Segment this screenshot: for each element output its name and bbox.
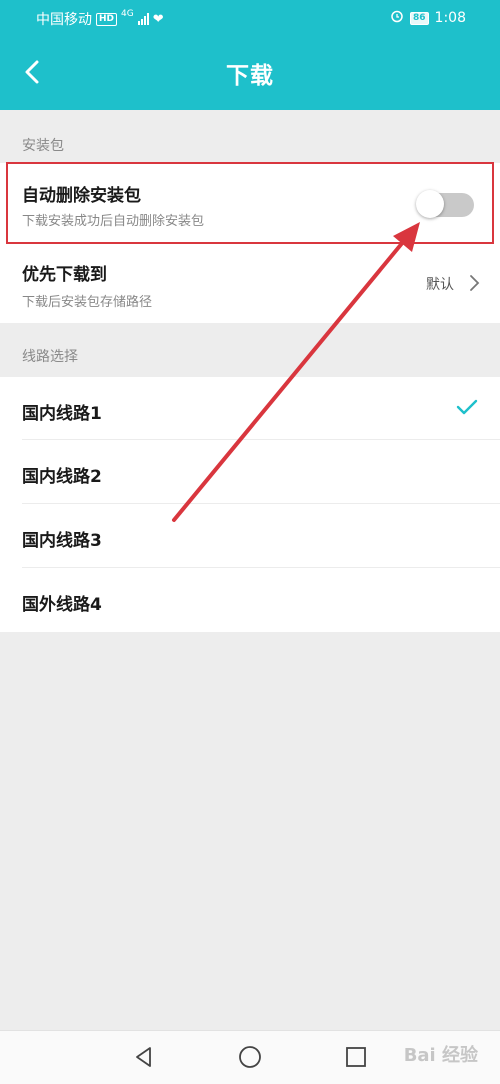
circle-home-icon [239, 1046, 261, 1068]
nav-recents-button[interactable] [338, 1039, 374, 1075]
square-recents-icon [346, 1047, 366, 1067]
battery-icon: 86 [410, 11, 429, 25]
nav-bar: 下载 [0, 34, 500, 110]
route-option-label: 国内线路2 [22, 467, 102, 487]
alarm-icon [390, 9, 404, 27]
clock-time: 1:08 [434, 10, 466, 26]
route-option-label: 国外线路4 [22, 595, 102, 615]
preferred-location-subtitle: 下载后安装包存储路径 [22, 295, 153, 310]
preferred-location-row[interactable]: 优先下载到 下载后安装包存储路径 默认 [0, 243, 500, 323]
triangle-back-icon [136, 1047, 151, 1067]
nav-back-button[interactable] [126, 1039, 162, 1075]
route-option-4[interactable]: 国外线路4 [0, 568, 500, 632]
system-nav-bar: Bai 经验 [0, 1030, 500, 1084]
network-type: 4G [121, 9, 134, 19]
page-title: 下载 [226, 63, 274, 89]
auto-delete-toggle[interactable] [416, 190, 474, 218]
chevron-right-icon [470, 275, 480, 291]
status-bar: 中国移动 HD 4G ❤ 86 1:08 [0, 0, 500, 34]
watermark-logo: Bai 经验 [403, 1045, 478, 1066]
auto-delete-title: 自动删除安装包 [22, 186, 141, 206]
heart-icon: ❤ [152, 11, 164, 27]
carrier-label: 中国移动 [36, 12, 92, 28]
auto-delete-row[interactable]: 自动删除安装包 下载安装成功后自动删除安装包 [0, 163, 500, 243]
section-label-install: 安装包 [22, 138, 64, 154]
toggle-knob [416, 190, 444, 218]
route-option-1[interactable]: 国内线路1 [0, 377, 500, 440]
preferred-location-value: 默认 [426, 277, 454, 293]
hd-badge: HD [96, 12, 118, 26]
status-right: 86 1:08 [390, 9, 466, 27]
auto-delete-subtitle: 下载安装成功后自动删除安装包 [22, 214, 205, 229]
status-left: 中国移动 HD 4G ❤ [36, 9, 164, 29]
preferred-location-title: 优先下载到 [22, 265, 107, 285]
signal-icon [137, 13, 149, 25]
route-option-2[interactable]: 国内线路2 [0, 440, 500, 504]
section-label-route: 线路选择 [22, 349, 78, 365]
app-header: 中国移动 HD 4G ❤ 86 1:08 下载 [0, 0, 500, 110]
route-option-label: 国内线路1 [22, 404, 102, 424]
checkmark-icon [456, 399, 478, 415]
nav-home-button[interactable] [232, 1039, 268, 1075]
route-option-3[interactable]: 国内线路3 [0, 504, 500, 568]
route-option-label: 国内线路3 [22, 531, 102, 551]
